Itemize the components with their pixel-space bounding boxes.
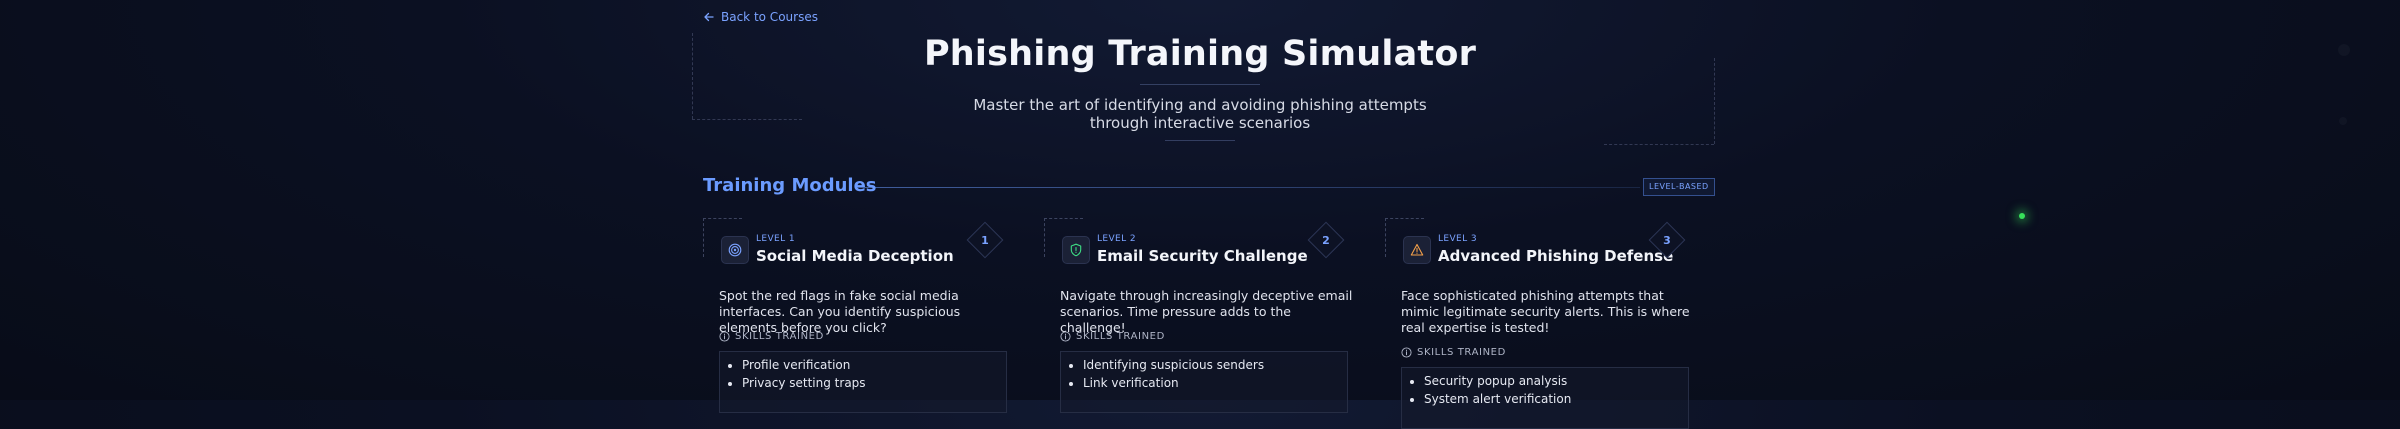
back-to-courses-link[interactable]: Back to Courses — [703, 10, 818, 24]
skill-item: System alert verification — [1424, 390, 1688, 408]
module-card-email-security[interactable]: LEVEL 2 Email Security Challenge 2 Navig… — [1044, 218, 1364, 413]
skills-list-box: Security popup analysis System alert ver… — [1401, 367, 1689, 429]
skills-list: Profile verification Privacy setting tra… — [720, 352, 1006, 392]
hero-frame-decoration — [1604, 144, 1714, 145]
skill-item: Link verification — [1083, 374, 1347, 392]
hero-frame-decoration — [692, 119, 802, 120]
skills-list-box: Profile verification Privacy setting tra… — [719, 351, 1007, 413]
card-level-label: LEVEL 1 — [756, 234, 795, 244]
level-based-badge: LEVEL-BASED — [1643, 178, 1715, 196]
skill-item: Profile verification — [742, 356, 1006, 374]
shield-icon — [1070, 243, 1082, 257]
card-title: Advanced Phishing Defense — [1438, 247, 1674, 265]
card-description: Navigate through increasingly deceptive … — [1060, 288, 1353, 335]
card-level-label: LEVEL 2 — [1097, 234, 1136, 244]
card-title: Email Security Challenge — [1097, 247, 1308, 265]
card-description: Spot the red flags in fake social media … — [719, 288, 961, 335]
skills-heading-label: SKILLS TRAINED — [1076, 331, 1165, 342]
skills-list: Identifying suspicious senders Link veri… — [1061, 352, 1347, 392]
level-number: 1 — [981, 234, 989, 247]
card-icon-box — [1062, 236, 1090, 264]
skill-item: Privacy setting traps — [742, 374, 1006, 392]
page-subtitle: Master the art of identifying and avoidi… — [973, 96, 1427, 132]
skills-list-box: Identifying suspicious senders Link veri… — [1060, 351, 1348, 413]
info-icon — [1060, 331, 1071, 342]
status-indicator-dot — [2019, 213, 2025, 219]
card-level-label: LEVEL 3 — [1438, 234, 1477, 244]
level-number: 2 — [1322, 234, 1330, 247]
skill-item: Identifying suspicious senders — [1083, 356, 1347, 374]
arrow-left-icon — [704, 12, 714, 22]
info-icon — [1401, 347, 1412, 358]
section-title: Training Modules — [703, 175, 877, 196]
module-card-advanced-phishing[interactable]: LEVEL 3 Advanced Phishing Defense 3 Face… — [1385, 218, 1705, 429]
module-card-social-media[interactable]: LEVEL 1 Social Media Deception 1 Spot th… — [703, 218, 1023, 413]
skills-trained-heading: SKILLS TRAINED — [719, 331, 824, 342]
card-icon-box — [721, 236, 749, 264]
skills-heading-label: SKILLS TRAINED — [1417, 347, 1506, 358]
skills-trained-heading: SKILLS TRAINED — [1401, 347, 1506, 358]
back-link-label: Back to Courses — [721, 10, 818, 24]
target-icon — [728, 243, 742, 257]
background-dot — [2339, 117, 2347, 125]
warning-icon — [1410, 243, 1424, 256]
level-number: 3 — [1663, 234, 1671, 247]
card-title: Social Media Deception — [756, 247, 954, 265]
card-icon-box — [1403, 236, 1431, 264]
skill-item: Security popup analysis — [1424, 372, 1688, 390]
divider — [1165, 140, 1235, 141]
card-description: Face sophisticated phishing attempts tha… — [1401, 288, 1690, 335]
info-icon — [719, 331, 730, 342]
skills-heading-label: SKILLS TRAINED — [735, 331, 824, 342]
page-title: Phishing Training Simulator — [923, 34, 1477, 74]
skills-trained-heading: SKILLS TRAINED — [1060, 331, 1165, 342]
skills-list: Security popup analysis System alert ver… — [1402, 368, 1688, 408]
section-divider — [858, 187, 1640, 188]
divider — [1140, 84, 1260, 85]
